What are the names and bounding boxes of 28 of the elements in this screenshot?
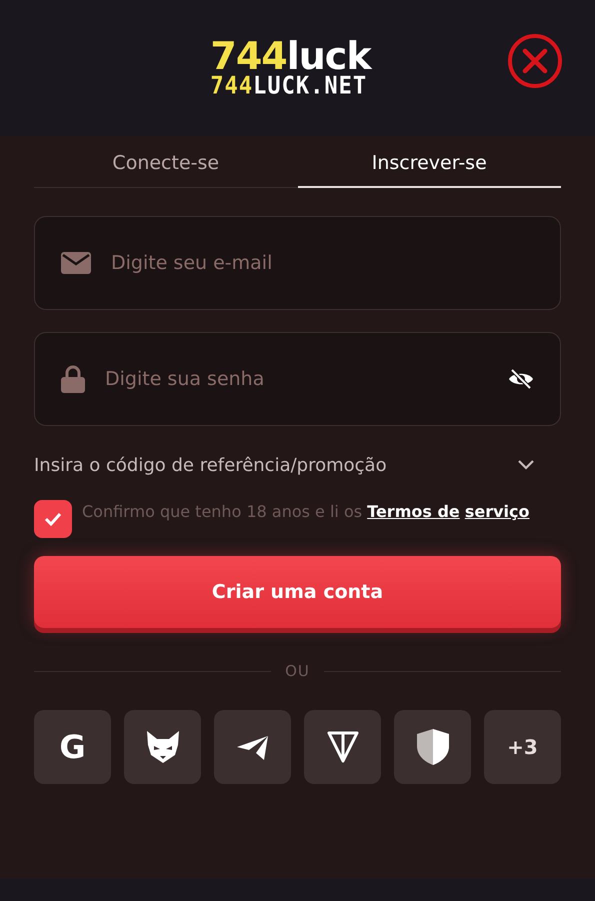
envelope-icon — [61, 252, 91, 274]
terms-link[interactable]: serviço — [464, 502, 530, 521]
social-login-button[interactable] — [124, 710, 201, 784]
eye-slash-icon[interactable] — [508, 369, 534, 389]
terms-text: Confirmo que tenho 18 anos e li os Termos de serviço — [82, 501, 530, 523]
triangle-icon — [326, 730, 360, 764]
shield-icon — [416, 728, 450, 766]
fox-icon — [144, 731, 180, 763]
email-field[interactable]: Digite seu e-mail — [109, 251, 534, 275]
terms-link[interactable]: Termos de — [367, 502, 460, 521]
social-login-button[interactable] — [304, 710, 381, 784]
checkbox[interactable] — [34, 500, 72, 538]
social-login-button[interactable] — [394, 710, 471, 784]
close-icon — [507, 33, 563, 89]
social-login-button[interactable]: +3 — [484, 710, 561, 784]
referral-code-toggle[interactable]: Insira o código de referência/promoção — [34, 450, 561, 480]
social-login-button[interactable] — [214, 710, 291, 784]
tab[interactable]: Conecte-se — [34, 140, 298, 188]
logo-text: 744LUCK.NET — [210, 74, 368, 100]
divider-label: OU — [285, 662, 310, 680]
password-field[interactable]: Digite sua senha — [103, 367, 490, 391]
social-login-button[interactable]: G — [34, 710, 111, 784]
close-button[interactable] — [507, 33, 563, 89]
lock-icon — [61, 365, 85, 393]
checkmark-icon — [44, 512, 62, 526]
create-account-button[interactable]: Criar uma conta — [34, 556, 561, 628]
tab[interactable]: Inscrever-se — [298, 140, 561, 188]
logo-text: 744luck — [210, 37, 371, 75]
